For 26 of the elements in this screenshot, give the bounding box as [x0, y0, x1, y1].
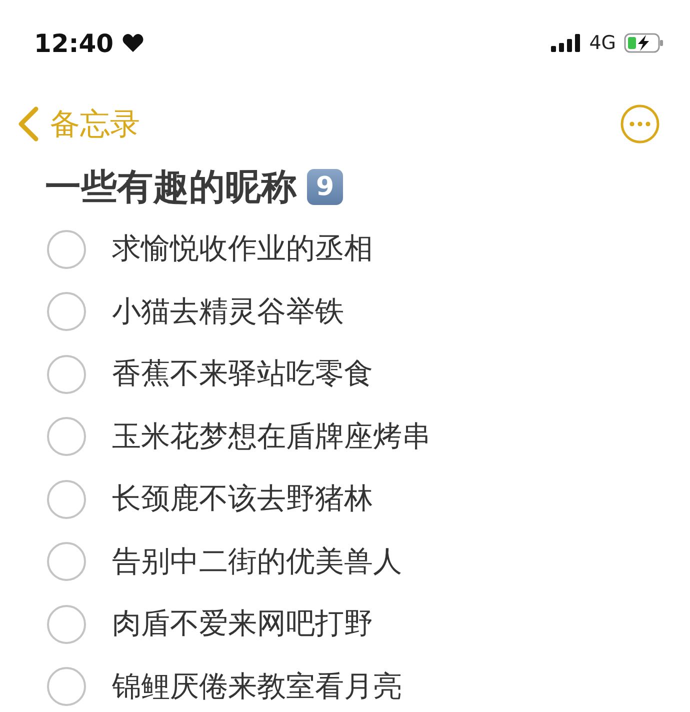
status-time: 12:40: [34, 28, 114, 58]
chevron-icon: [16, 106, 40, 142]
checklist-checkbox[interactable]: [47, 667, 86, 706]
checklist-checkbox[interactable]: [47, 480, 86, 519]
checklist-checkbox[interactable]: [47, 417, 86, 456]
signal-icon: [551, 34, 582, 52]
checklist-checkbox[interactable]: [47, 354, 86, 394]
checklist-item-text: 小猫去精灵谷举铁: [112, 292, 344, 330]
checklist-item-text: 告别中二街的优美兽人: [112, 542, 402, 580]
more-button[interactable]: [620, 104, 660, 144]
checklist-item-text: 玉米花梦想在盾牌座烤串: [112, 418, 431, 455]
heart-icon: [122, 33, 144, 53]
checklist-item-text: 香蕉不来驿站吃零食: [112, 355, 373, 392]
note-title: 一些有趣的昵称: [45, 166, 297, 210]
checklist-checkbox[interactable]: [47, 292, 86, 332]
checklist-item-text: 锦鲤厌倦来教室看月亮: [112, 668, 402, 705]
checklist-item-text: 肉盾不爱来网吧打野: [112, 605, 373, 642]
checklist-checkbox[interactable]: [47, 230, 86, 269]
battery-icon: [624, 33, 664, 53]
number-badge: 9: [307, 169, 343, 205]
back-button[interactable]: 备忘录: [16, 104, 140, 144]
checklist-item-text: 求愉悦收作业的丞相: [112, 230, 373, 268]
checklist-checkbox[interactable]: [47, 604, 86, 644]
checklist-checkbox[interactable]: [47, 542, 86, 582]
checklist-item-text: 长颈鹿不该去野猪林: [112, 480, 373, 518]
network-label: 4G: [589, 32, 616, 54]
